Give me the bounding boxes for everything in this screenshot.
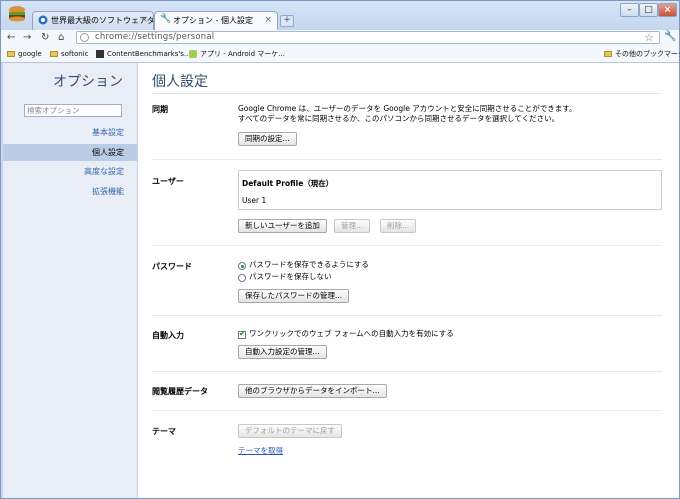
bookmark-android-market[interactable]: アプリ - Android マーケ... (189, 49, 285, 60)
search-options-input[interactable]: 検索オプション (24, 104, 122, 117)
bookmark-label: その他のブックマーク (615, 50, 680, 58)
close-tab-icon[interactable]: × (264, 12, 272, 29)
tab-software-download[interactable]: 世界最大級のソフトウェアダウ × (32, 11, 154, 30)
address-url: chrome://settings/personal (95, 32, 215, 42)
softonic-tab-icon (38, 15, 48, 25)
new-tab-button[interactable]: + (280, 15, 294, 27)
browser-window: 世界最大級のソフトウェアダウ × 🔧 オプション - 個人設定 × + – □ … (0, 0, 680, 499)
sync-settings-button[interactable]: 同期の設定... (238, 132, 297, 146)
bookmark-label: google (18, 50, 42, 58)
autofill-settings-button[interactable]: 自動入力設定の管理... (238, 345, 327, 359)
themes-section-label: テーマ (152, 427, 176, 436)
sync-section-label: 同期 (152, 105, 168, 114)
star-icon[interactable]: ☆ (644, 31, 654, 44)
reload-icon[interactable]: ↻ (41, 31, 49, 45)
passwords-section-label: パスワード (152, 262, 192, 271)
bookmark-contentbenchmarks[interactable]: ContentBenchmarks's... (96, 49, 191, 60)
close-tab-icon[interactable]: × (140, 12, 148, 29)
users-section-label: ユーザー (152, 177, 184, 186)
profile-user: User 1 (242, 196, 267, 205)
folder-icon (50, 51, 58, 57)
options-sidebar: オプション 検索オプション 基本設定 個人設定 高度な設定 拡張機能 (3, 63, 138, 498)
site-icon (96, 50, 104, 58)
radio-selected-dot (240, 264, 244, 268)
import-data-button[interactable]: 他のブラウザからデータをインポート... (238, 384, 387, 398)
forward-icon[interactable]: → (23, 31, 31, 45)
title-bar: 世界最大級のソフトウェアダウ × 🔧 オプション - 個人設定 × + – □ … (1, 1, 679, 31)
section-divider (152, 315, 662, 316)
tab-label: オプション - 個人設定 (173, 16, 253, 25)
bookmark-label: アプリ - Android マーケ... (200, 50, 285, 58)
title-divider (152, 93, 662, 94)
profile-list[interactable]: Default Profile（現在） User 1 (238, 170, 662, 210)
section-divider (152, 245, 662, 246)
no-save-passwords-label: パスワードを保存しない (249, 272, 332, 281)
home-icon[interactable]: ⌂ (58, 31, 64, 45)
bookmarks-bar: google softonic ContentBenchmarks's... ア… (1, 46, 680, 63)
section-divider (152, 410, 662, 411)
sync-description-line2: すべてのデータを常に同期させるか、このパソコンから同期させるデータを選択してくだ… (238, 114, 560, 123)
no-save-passwords-radio[interactable] (238, 274, 246, 282)
add-user-button[interactable]: 新しいユーザーを追加 (238, 219, 327, 233)
back-icon[interactable]: ← (7, 31, 15, 45)
page-title: 個人設定 (152, 74, 208, 90)
bookmark-label: softonic (61, 50, 89, 58)
reset-theme-button[interactable]: デフォルトのテーマに戻す (238, 424, 342, 438)
bookmark-google[interactable]: google (7, 49, 42, 60)
page-icon (80, 33, 89, 42)
section-divider (152, 371, 662, 372)
sidebar-title: オプション (53, 74, 123, 90)
burger-app-icon (9, 6, 25, 22)
folder-icon (7, 51, 15, 57)
profile-name: Default Profile（現在） (242, 179, 334, 188)
section-divider (152, 159, 662, 160)
toolbar: ← → ↻ ⌂ chrome://settings/personal ☆ 🔧 (1, 30, 679, 46)
get-themes-link[interactable]: テーマを取得 (238, 445, 283, 456)
sidebar-item-basics[interactable]: 基本設定 (3, 124, 137, 141)
other-bookmarks[interactable]: その他のブックマーク (604, 49, 680, 60)
manage-passwords-button[interactable]: 保存したパスワードの管理... (238, 289, 350, 303)
page-content: オプション 検索オプション 基本設定 個人設定 高度な設定 拡張機能 個人設定 … (3, 63, 679, 498)
sidebar-item-personal[interactable]: 個人設定 (3, 144, 137, 161)
tab-label: 世界最大級のソフトウェアダウ (51, 16, 154, 25)
sidebar-item-advanced[interactable]: 高度な設定 (3, 163, 137, 180)
folder-icon (604, 51, 612, 57)
delete-user-button[interactable]: 削除... (380, 219, 417, 233)
android-icon (189, 50, 197, 58)
save-passwords-label: パスワードを保存できるようにする (249, 260, 369, 269)
checkmark-icon: ✔ (239, 329, 246, 338)
browsing-data-section-label: 閲覧履歴データ (152, 387, 208, 396)
autofill-section-label: 自動入力 (152, 331, 184, 340)
wrench-tab-icon: 🔧 (160, 14, 172, 24)
close-window-button[interactable]: × (658, 3, 677, 17)
sync-description-line1: Google Chrome は、ユーザーのデータを Google アカウントと安… (238, 104, 577, 113)
sidebar-item-extensions[interactable]: 拡張機能 (3, 183, 137, 200)
settings-main: 個人設定 同期 Google Chrome は、ユーザーのデータを Google… (137, 63, 679, 498)
bookmark-label: ContentBenchmarks's... (107, 50, 191, 58)
autofill-checkbox[interactable]: ✔ (238, 329, 246, 339)
maximize-button[interactable]: □ (639, 3, 658, 17)
save-passwords-radio[interactable] (238, 262, 246, 270)
minimize-button[interactable]: – (620, 3, 639, 17)
autofill-checkbox-label: ワンクリックでのウェブ フォームへの自動入力を有効にする (249, 329, 454, 338)
manage-user-button[interactable]: 管理... (334, 219, 371, 233)
bookmark-softonic[interactable]: softonic (50, 49, 89, 60)
wrench-menu-icon[interactable]: 🔧 (664, 31, 676, 42)
address-bar[interactable]: chrome://settings/personal ☆ (76, 31, 660, 44)
tab-options-personal[interactable]: 🔧 オプション - 個人設定 × (154, 11, 278, 31)
